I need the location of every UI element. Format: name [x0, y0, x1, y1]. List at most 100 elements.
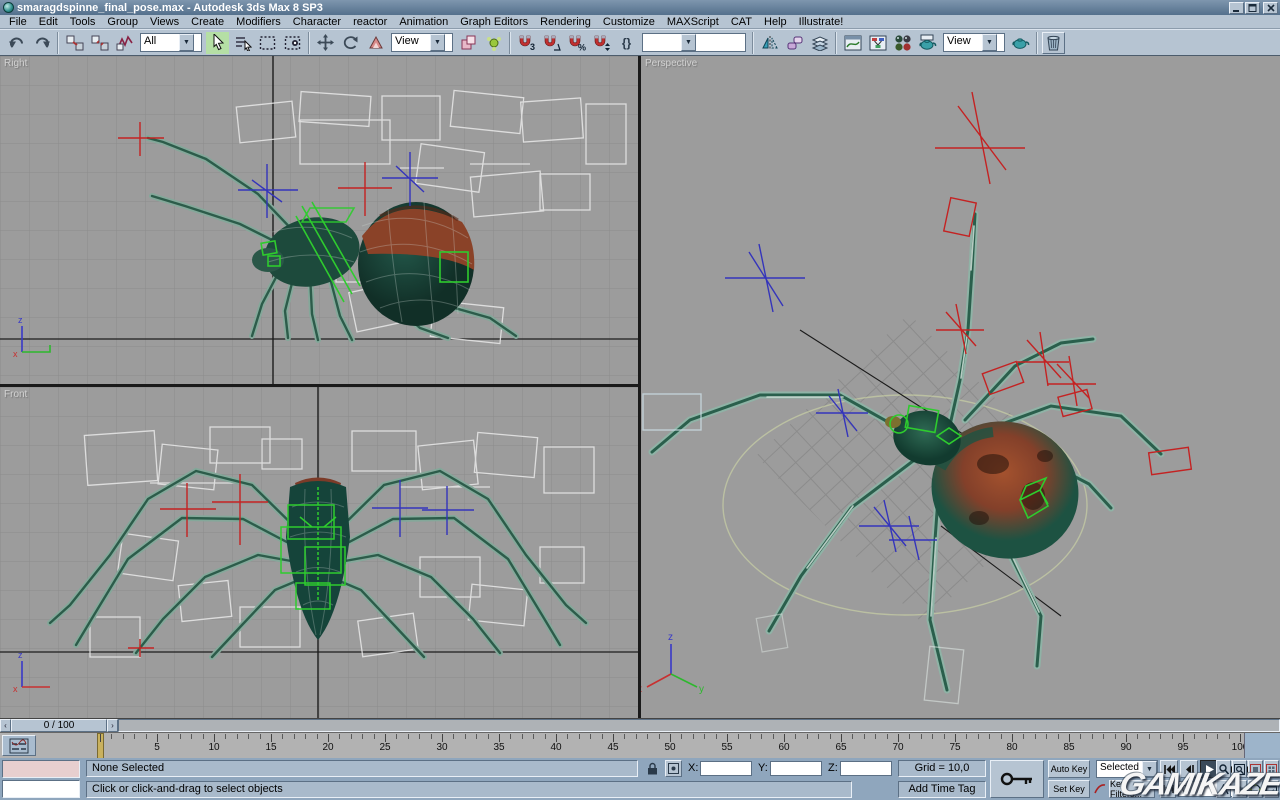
select-and-rotate-button[interactable] — [339, 32, 362, 54]
menu-item-customize[interactable]: Customize — [597, 16, 661, 28]
select-object-button[interactable] — [206, 32, 229, 54]
unlink-selection-button[interactable] — [88, 32, 111, 54]
mini-curve-editor-button[interactable] — [2, 735, 36, 756]
trackbar-tick — [545, 734, 546, 739]
trackbar-tick — [738, 734, 739, 739]
trackbar-frame-label: 70 — [892, 742, 903, 753]
align-button[interactable] — [783, 32, 806, 54]
trackbar-tick — [1149, 734, 1150, 739]
menu-item-maxscript[interactable]: MAXScript — [661, 16, 725, 28]
maxscript-mini-listener-white[interactable] — [2, 780, 80, 798]
render-scene-button[interactable] — [916, 32, 939, 54]
time-slider-track[interactable] — [118, 719, 1280, 732]
time-slider-handle[interactable]: 0 / 100 — [11, 719, 107, 732]
lock-icon — [647, 762, 658, 775]
trackbar-tick — [921, 734, 922, 739]
redo-button[interactable] — [30, 32, 53, 54]
material-editor-button[interactable] — [891, 32, 914, 54]
menu-item-views[interactable]: Views — [144, 16, 185, 28]
trackbar-tick — [978, 734, 979, 739]
select-by-name-button[interactable] — [231, 32, 254, 54]
curve-editor-button[interactable] — [841, 32, 864, 54]
rectangular-selection-region-button[interactable] — [256, 32, 279, 54]
select-and-move-button[interactable] — [314, 32, 337, 54]
viewport-perspective[interactable]: z x y Perspective — [641, 56, 1280, 718]
link-icon — [66, 35, 84, 51]
set-key-button[interactable]: Set Key — [1048, 780, 1090, 798]
maxscript-mini-listener-pink[interactable] — [2, 760, 80, 778]
angle-snap-toggle-button[interactable] — [540, 32, 563, 54]
trackbar-frame-label: 25 — [379, 742, 390, 753]
mirror-button[interactable] — [758, 32, 781, 54]
default-tangent-button[interactable] — [1093, 782, 1107, 796]
menu-item-file[interactable]: File — [3, 16, 33, 28]
move-icon — [317, 34, 334, 51]
delete-trash-button[interactable] — [1042, 32, 1065, 54]
trackbar-tick — [898, 734, 899, 742]
trackbar-frame-label: 85 — [1063, 742, 1074, 753]
select-and-manipulate-button[interactable] — [482, 32, 505, 54]
viewport-right-label[interactable]: Right — [4, 58, 27, 69]
bind-space-warp-icon — [116, 35, 134, 51]
add-time-tag[interactable]: Add Time Tag — [898, 781, 986, 798]
menu-item-group[interactable]: Group — [101, 16, 144, 28]
menu-item-animation[interactable]: Animation — [393, 16, 454, 28]
percent-snap-toggle-button[interactable]: % — [565, 32, 588, 54]
menu-item-character[interactable]: Character — [287, 16, 347, 28]
schematic-view-button[interactable] — [866, 32, 889, 54]
close-button[interactable] — [1263, 2, 1278, 14]
viewport-front-canvas[interactable]: z x — [0, 387, 638, 718]
selection-lock-toggle[interactable] — [644, 760, 661, 777]
time-slider-next-button[interactable]: › — [107, 719, 118, 732]
menu-item-create[interactable]: Create — [185, 16, 230, 28]
named-selection-sets-dropdown[interactable]: ▼ — [642, 33, 746, 52]
x-coord-field[interactable] — [700, 761, 752, 776]
dropdown-arrow-icon[interactable]: ▼ — [430, 34, 445, 51]
time-slider-prev-button[interactable]: ‹ — [0, 719, 11, 732]
menu-item-rendering[interactable]: Rendering — [534, 16, 597, 28]
trackbar-tick — [225, 734, 226, 739]
menu-item-tools[interactable]: Tools — [64, 16, 102, 28]
use-pivot-point-center-button[interactable] — [457, 32, 480, 54]
trackbar-ruler[interactable]: 5101520253035404550556065707580859095100 — [100, 733, 1240, 759]
absolute-offset-mode-toggle[interactable] — [665, 760, 682, 777]
window-crossing-toggle-button[interactable] — [281, 32, 304, 54]
viewport-right-canvas[interactable]: z x — [0, 56, 638, 384]
minimize-button[interactable] — [1229, 2, 1244, 14]
render-type-dropdown[interactable]: View ▼ — [943, 33, 1005, 52]
set-keys-button[interactable] — [990, 760, 1044, 798]
dropdown-arrow-icon[interactable]: ▼ — [179, 34, 194, 51]
menu-item-illustrate[interactable]: Illustrate! — [793, 16, 850, 28]
dropdown-arrow-icon[interactable]: ▼ — [681, 34, 696, 51]
keyboard-shortcut-override-button[interactable]: {} — [615, 32, 638, 54]
viewport-right[interactable]: z x Right — [0, 56, 638, 384]
viewport-perspective-canvas[interactable]: z x y — [641, 56, 1280, 718]
menu-item-help[interactable]: Help — [758, 16, 793, 28]
y-coord-field[interactable] — [770, 761, 822, 776]
select-and-link-button[interactable] — [63, 32, 86, 54]
select-and-scale-button[interactable] — [364, 32, 387, 54]
dropdown-arrow-icon[interactable]: ▼ — [982, 34, 997, 51]
z-coord-field[interactable] — [840, 761, 892, 776]
menu-item-cat[interactable]: CAT — [725, 16, 758, 28]
trackbar-tick — [1240, 734, 1241, 742]
selection-filter-dropdown[interactable]: All ▼ — [140, 33, 202, 52]
bind-to-space-warp-button[interactable] — [113, 32, 136, 54]
quick-render-button[interactable] — [1009, 32, 1032, 54]
layer-manager-button[interactable] — [808, 32, 831, 54]
viewport-front[interactable]: z x Front — [0, 387, 638, 718]
spinner-snap-toggle-button[interactable] — [590, 32, 613, 54]
snaps-toggle-button[interactable]: 3 — [515, 32, 538, 54]
reference-coordinate-system-dropdown[interactable]: View ▼ — [391, 33, 453, 52]
trackbar-tick — [339, 734, 340, 739]
menu-item-reactor[interactable]: reactor — [347, 16, 393, 28]
menu-item-graph-editors[interactable]: Graph Editors — [454, 16, 534, 28]
track-bar[interactable]: 5101520253035404550556065707580859095100 — [0, 732, 1280, 758]
menu-item-edit[interactable]: Edit — [33, 16, 64, 28]
menu-item-modifiers[interactable]: Modifiers — [230, 16, 287, 28]
viewport-front-label[interactable]: Front — [4, 389, 27, 400]
undo-button[interactable] — [5, 32, 28, 54]
viewport-perspective-label[interactable]: Perspective — [645, 58, 697, 69]
auto-key-button[interactable]: Auto Key — [1048, 760, 1090, 778]
maximize-button[interactable] — [1245, 2, 1260, 14]
